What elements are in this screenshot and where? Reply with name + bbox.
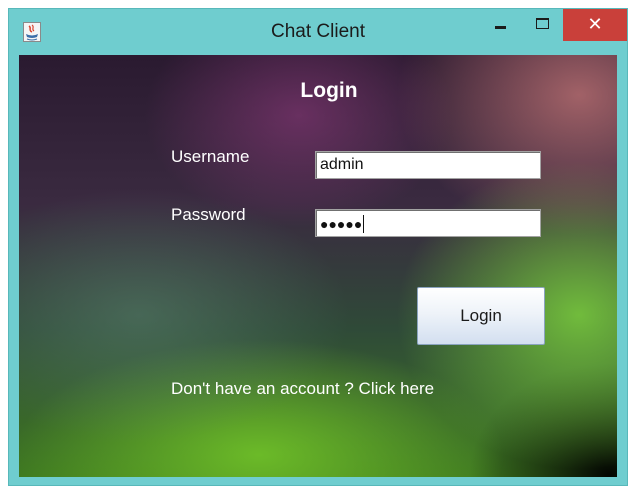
username-input[interactable]: admin	[315, 151, 541, 179]
minimize-button[interactable]	[481, 9, 521, 41]
chat-client-window: Chat Client ✕ Login Username admin Passw…	[8, 8, 628, 486]
login-button[interactable]: Login	[417, 287, 545, 345]
password-masked-value: ●●●●●	[320, 216, 363, 232]
password-input[interactable]: ●●●●●	[315, 209, 541, 237]
signup-link[interactable]: Don't have an account ? Click here	[171, 379, 434, 399]
text-caret	[363, 215, 365, 233]
maximize-button[interactable]	[522, 9, 562, 41]
title-bar[interactable]: Chat Client ✕	[9, 9, 627, 55]
close-button[interactable]: ✕	[563, 9, 627, 41]
username-value: admin	[320, 156, 364, 173]
username-label: Username	[171, 147, 250, 166]
login-panel: Login Username admin Password ●●●●● Logi…	[19, 55, 617, 477]
login-heading: Login	[300, 79, 358, 102]
password-label: Password	[171, 205, 246, 224]
close-icon: ✕	[587, 14, 603, 34]
